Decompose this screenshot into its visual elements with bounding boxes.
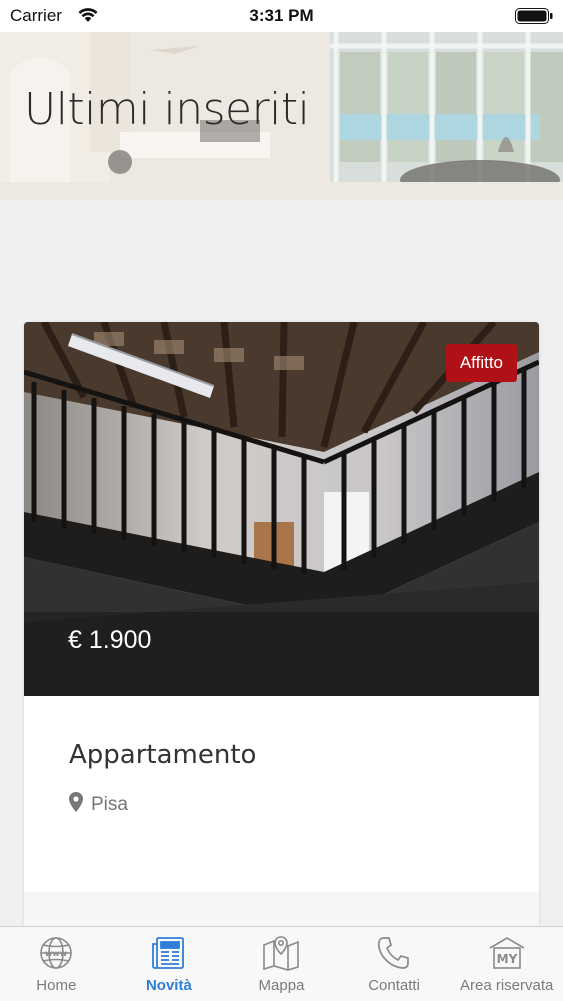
listing-type-badge: Affitto [445, 344, 517, 382]
tab-contatti[interactable]: Contatti [338, 927, 451, 1001]
map-icon [261, 935, 301, 971]
page-title: Ultimi inseriti [24, 84, 310, 135]
listing-location: Pisa [69, 792, 128, 818]
tab-mappa-label: Mappa [258, 977, 305, 994]
listing-photo[interactable]: Affitto € 1.900 [24, 322, 539, 696]
newspaper-icon [151, 935, 187, 971]
listing-price: € 1.900 [68, 626, 152, 654]
tab-mappa[interactable]: Mappa [225, 927, 338, 1001]
svg-text:www: www [45, 949, 68, 958]
phone-icon [376, 935, 412, 971]
listing-card[interactable]: Affitto € 1.900 Appartamento Pisa [24, 322, 539, 942]
hero-banner: Ultimi inseriti [0, 32, 563, 200]
tab-bar: www Home Novità Mappa Contatti MY Area r… [0, 926, 563, 1001]
map-pin-icon [69, 792, 83, 818]
svg-text:MY: MY [496, 952, 517, 966]
tab-contatti-label: Contatti [368, 977, 420, 994]
listing-title[interactable]: Appartamento [69, 740, 256, 770]
tab-area-riservata[interactable]: MY Area riservata [450, 927, 563, 1001]
clock-label: 3:31 PM [249, 6, 314, 25]
battery-icon [515, 8, 553, 24]
tab-home[interactable]: www Home [0, 927, 113, 1001]
tab-home-label: Home [36, 977, 77, 994]
globe-icon: www [38, 935, 74, 971]
status-bar: Carrier 3:31 PM [0, 0, 563, 32]
listing-details: Appartamento Pisa [24, 696, 539, 892]
listing-location-label: Pisa [91, 794, 128, 815]
tab-area-riservata-label: Area riservata [459, 977, 554, 994]
tab-novita[interactable]: Novità [113, 927, 226, 1001]
my-area-icon: MY [487, 935, 527, 971]
tab-novita-label: Novità [145, 977, 192, 994]
